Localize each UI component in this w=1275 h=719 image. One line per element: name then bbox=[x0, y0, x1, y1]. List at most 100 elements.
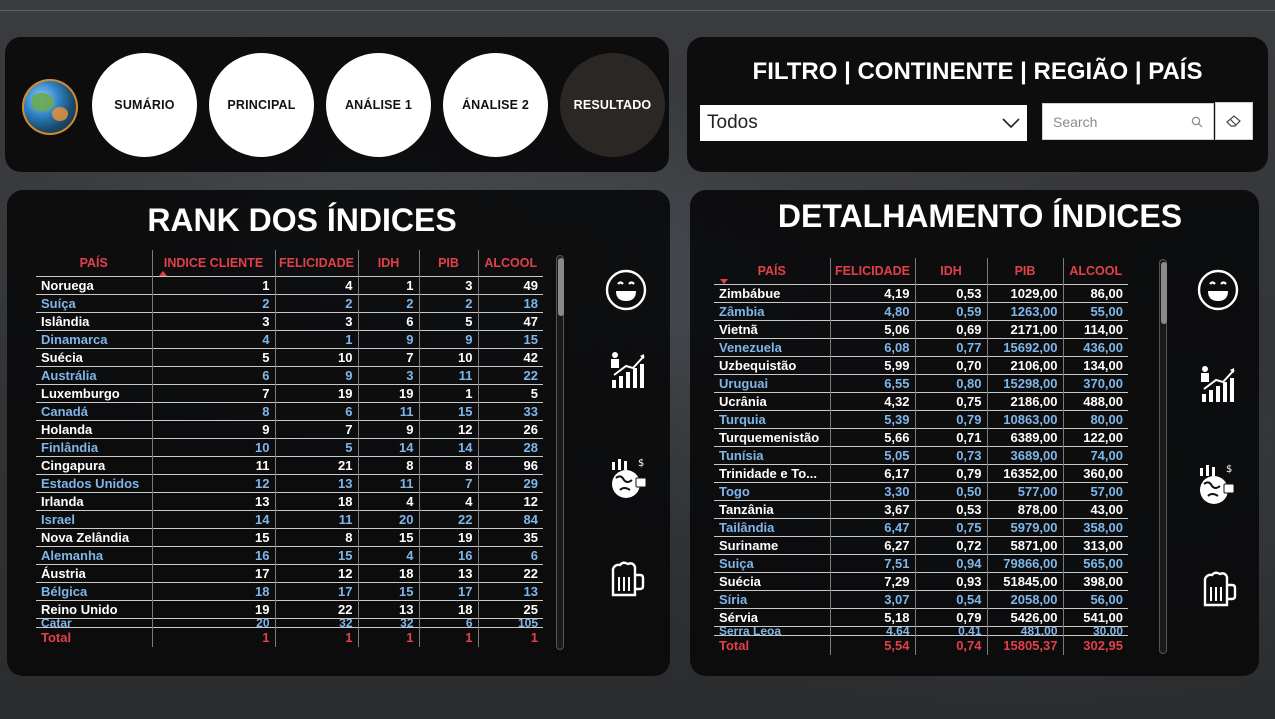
value-cell: 15692,00 bbox=[986, 337, 1063, 356]
table-row[interactable]: Vietnã 5,06 0,69 2171,00 114,00 bbox=[714, 319, 1128, 338]
nav-button-resultado[interactable]: RESULTADO bbox=[560, 53, 665, 157]
table-row[interactable]: Canadá 8 6 11 15 33 bbox=[36, 401, 543, 420]
table-row[interactable]: Irlanda 13 18 4 4 12 bbox=[36, 491, 543, 510]
detail-col-felicidade[interactable]: FELICIDADE bbox=[829, 258, 915, 284]
value-cell: 0,71 bbox=[914, 427, 987, 446]
value-cell: 0,79 bbox=[914, 607, 987, 626]
continent-dropdown[interactable]: Todos bbox=[700, 105, 1027, 141]
rank-scrollbar[interactable] bbox=[556, 255, 564, 650]
table-row[interactable]: Bélgica 18 17 15 17 13 bbox=[36, 581, 543, 600]
table-row[interactable]: Suíça 2 2 2 2 18 bbox=[36, 293, 543, 312]
rank-col-pais[interactable]: PAÍS bbox=[36, 250, 152, 276]
table-row[interactable]: Togo 3,30 0,50 577,00 57,00 bbox=[714, 481, 1128, 500]
rank-col-idh[interactable]: IDH bbox=[357, 250, 419, 276]
rank-scroll-thumb[interactable] bbox=[558, 258, 564, 316]
table-row[interactable]: Nova Zelândia 15 8 15 19 35 bbox=[36, 527, 543, 546]
table-row[interactable]: Suécia 7,29 0,93 51845,00 398,00 bbox=[714, 571, 1128, 590]
rank-col-alcool[interactable]: ALCOOL bbox=[477, 250, 543, 276]
value-cell: 11 bbox=[357, 473, 419, 492]
search-input[interactable]: Search bbox=[1042, 103, 1214, 140]
value-cell: 13 bbox=[357, 599, 419, 618]
country-cell: Tailândia bbox=[714, 517, 830, 536]
country-cell: Tunísia bbox=[714, 445, 830, 464]
table-row[interactable]: Zimbábue 4,19 0,53 1029,00 86,00 bbox=[714, 283, 1128, 302]
clear-filter-button[interactable] bbox=[1215, 102, 1253, 140]
table-row[interactable]: Trinidade e To... 6,17 0,79 16352,00 360,00 bbox=[714, 463, 1128, 482]
table-row[interactable]: Dinamarca 4 1 9 9 15 bbox=[36, 329, 543, 348]
table-row[interactable]: Sérvia 5,18 0,79 5426,00 541,00 bbox=[714, 607, 1128, 626]
value-cell: 9 bbox=[357, 329, 419, 348]
nav-button-sumario[interactable]: SUMÁRIO bbox=[92, 53, 197, 157]
table-row[interactable]: Tunísia 5,05 0,73 3689,00 74,00 bbox=[714, 445, 1128, 464]
nav-button-principal[interactable]: PRINCIPAL bbox=[209, 53, 314, 157]
value-cell: 0,50 bbox=[914, 481, 987, 500]
detail-scrollbar[interactable] bbox=[1159, 259, 1167, 654]
value-cell: 3,30 bbox=[829, 481, 915, 500]
detail-col-pib[interactable]: PIB bbox=[986, 258, 1063, 284]
value-cell: 3 bbox=[151, 311, 275, 330]
table-row[interactable]: Islândia 3 3 6 5 47 bbox=[36, 311, 543, 330]
table-row[interactable]: Estados Unidos 12 13 11 7 29 bbox=[36, 473, 543, 492]
table-row[interactable]: Austrália 6 9 3 11 22 bbox=[36, 365, 543, 384]
table-row[interactable]: Luxemburgo 7 19 19 1 5 bbox=[36, 383, 543, 402]
value-cell: 18 bbox=[477, 293, 543, 312]
country-cell: Irlanda bbox=[36, 491, 152, 510]
country-cell: Noruega bbox=[36, 275, 152, 294]
table-row[interactable]: Áustria 17 12 18 13 22 bbox=[36, 563, 543, 582]
table-row[interactable]: Uruguai 6,55 0,80 15298,00 370,00 bbox=[714, 373, 1128, 392]
rank-col-felicidade[interactable]: FELICIDADE bbox=[274, 250, 358, 276]
value-cell: 32 bbox=[357, 617, 419, 627]
value-cell: 3689,00 bbox=[986, 445, 1063, 464]
detail-col-pais[interactable]: PAÍS bbox=[714, 258, 830, 284]
table-row[interactable]: Alemanha 16 15 4 16 6 bbox=[36, 545, 543, 564]
value-cell: 2106,00 bbox=[986, 355, 1063, 374]
table-row[interactable]: Tanzânia 3,67 0,53 878,00 43,00 bbox=[714, 499, 1128, 518]
table-row[interactable]: Turquia 5,39 0,79 10863,00 80,00 bbox=[714, 409, 1128, 428]
table-row[interactable]: Suiça 7,51 0,94 79866,00 565,00 bbox=[714, 553, 1128, 572]
value-cell: 3 bbox=[357, 365, 419, 384]
value-cell: 22 bbox=[274, 599, 358, 618]
value-cell: 5,18 bbox=[829, 607, 915, 626]
table-row[interactable]: Finlândia 10 5 14 14 28 bbox=[36, 437, 543, 456]
detail-col-alcool[interactable]: ALCOOL bbox=[1062, 258, 1128, 284]
value-cell: 5979,00 bbox=[986, 517, 1063, 536]
value-cell: 3 bbox=[274, 311, 358, 330]
table-row[interactable]: Turquemenistão 5,66 0,71 6389,00 122,00 bbox=[714, 427, 1128, 446]
table-row[interactable]: Síria 3,07 0,54 2058,00 56,00 bbox=[714, 589, 1128, 608]
detail-col-idh[interactable]: IDH bbox=[914, 258, 987, 284]
nav-button-analise-2[interactable]: ÁNALISE 2 bbox=[443, 53, 548, 157]
rank-col-pib[interactable]: PIB bbox=[418, 250, 478, 276]
value-cell: 2 bbox=[151, 293, 275, 312]
smiley-icon bbox=[1197, 269, 1239, 311]
table-row[interactable]: Catar 20 32 32 6 105 bbox=[36, 617, 543, 627]
table-row[interactable]: Tailândia 6,47 0,75 5979,00 358,00 bbox=[714, 517, 1128, 536]
nav-button-analise-1[interactable]: ANÁLISE 1 bbox=[326, 53, 431, 157]
value-cell: 51845,00 bbox=[986, 571, 1063, 590]
rank-col-indice-cliente[interactable]: INDICE CLIENTE bbox=[151, 250, 275, 276]
table-row[interactable]: Serra Leoa 4,64 0,41 481,00 30,00 bbox=[714, 625, 1128, 635]
value-cell: 16 bbox=[418, 545, 478, 564]
country-cell: Bélgica bbox=[36, 581, 152, 600]
value-cell: 2 bbox=[357, 293, 419, 312]
table-row[interactable]: Venezuela 6,08 0,77 15692,00 436,00 bbox=[714, 337, 1128, 356]
table-row[interactable]: Holanda 9 7 9 12 26 bbox=[36, 419, 543, 438]
detail-scroll-thumb[interactable] bbox=[1161, 262, 1167, 324]
table-row[interactable]: Reino Unido 19 22 13 18 25 bbox=[36, 599, 543, 618]
table-row[interactable]: Cingapura 11 21 8 8 96 bbox=[36, 455, 543, 474]
global-economy-icon: $ bbox=[612, 458, 647, 498]
total-value: 302,95 bbox=[1062, 634, 1128, 655]
value-cell: 18 bbox=[274, 491, 358, 510]
table-row[interactable]: Israel 14 11 20 22 84 bbox=[36, 509, 543, 528]
table-row[interactable]: Suécia 5 10 7 10 42 bbox=[36, 347, 543, 366]
value-cell: 2171,00 bbox=[986, 319, 1063, 338]
country-cell: Israel bbox=[36, 509, 152, 528]
value-cell: 14 bbox=[151, 509, 275, 528]
table-row[interactable]: Ucrânia 4,32 0,75 2186,00 488,00 bbox=[714, 391, 1128, 410]
table-row[interactable]: Uzbequistão 5,99 0,70 2106,00 134,00 bbox=[714, 355, 1128, 374]
value-cell: 20 bbox=[151, 617, 275, 627]
table-row[interactable]: Noruega 1 4 1 3 49 bbox=[36, 275, 543, 294]
table-row[interactable]: Zâmbia 4,80 0,59 1263,00 55,00 bbox=[714, 301, 1128, 320]
value-cell: 96 bbox=[477, 455, 543, 474]
value-cell: 49 bbox=[477, 275, 543, 294]
table-row[interactable]: Suriname 6,27 0,72 5871,00 313,00 bbox=[714, 535, 1128, 554]
